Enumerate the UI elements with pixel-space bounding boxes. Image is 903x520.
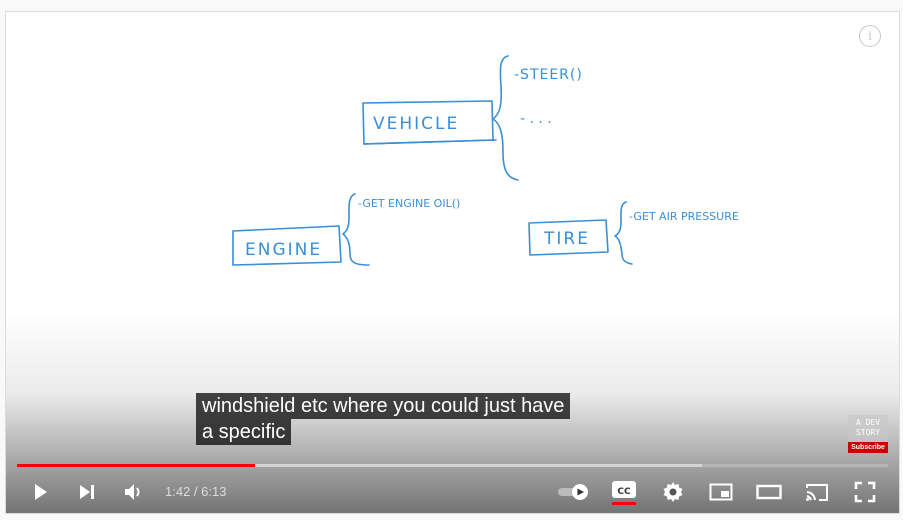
theater-icon (756, 484, 782, 500)
control-bar: 1:42 / 6:13 CC (6, 472, 899, 512)
miniplayer-icon (709, 483, 733, 501)
closed-captions-icon: CC (612, 481, 636, 505)
mute-button[interactable] (114, 472, 154, 512)
next-button[interactable] (67, 472, 107, 512)
autoplay-icon (558, 484, 588, 500)
vehicle-method-steer: -STEER() (514, 67, 583, 83)
engine-label: ENGINE (245, 240, 322, 260)
svg-text:CC: CC (617, 487, 631, 497)
time-separator: / (190, 484, 202, 499)
fullscreen-icon (854, 481, 876, 503)
vehicle-label: VEHICLE (373, 114, 459, 134)
time-display: 1:42 / 6:13 (165, 472, 226, 512)
autoplay-toggle[interactable] (554, 472, 594, 512)
engine-method: -GET ENGINE OIL() (358, 197, 460, 210)
theater-mode-button[interactable] (749, 472, 789, 512)
skip-next-icon (80, 485, 94, 499)
caption-line: windshield etc where you could just have (196, 393, 571, 419)
tire-method: -GET AIR PRESSURE (629, 210, 739, 223)
captions-window: windshield etc where you could just have… (196, 393, 571, 445)
channel-watermark[interactable]: A DEV STORY Subscribe (848, 415, 888, 453)
volume-icon (125, 484, 140, 500)
video-player[interactable]: VEHICLE -STEER() - . . . ENGINE -GET ENG… (5, 11, 900, 514)
play-icon (35, 484, 47, 500)
subtitles-button[interactable]: CC (604, 472, 644, 512)
current-time: 1:42 (165, 484, 191, 499)
info-icon[interactable]: i (859, 25, 881, 47)
settings-button[interactable] (653, 472, 693, 512)
cast-icon (806, 484, 828, 501)
caption-line: a specific (196, 419, 292, 445)
watermark-channel: A DEV STORY (855, 418, 881, 437)
tire-label: TIRE (543, 229, 590, 249)
progress-played (17, 464, 255, 467)
fullscreen-button[interactable] (845, 472, 885, 512)
cast-button[interactable] (797, 472, 837, 512)
gear-icon (663, 482, 683, 502)
vehicle-method-ellipsis: - . . . (520, 111, 552, 127)
play-button[interactable] (20, 472, 60, 512)
progress-bar[interactable] (17, 464, 888, 467)
watermark-subscribe: Subscribe (848, 442, 888, 453)
miniplayer-button[interactable] (701, 472, 741, 512)
duration: 6:13 (201, 484, 227, 499)
